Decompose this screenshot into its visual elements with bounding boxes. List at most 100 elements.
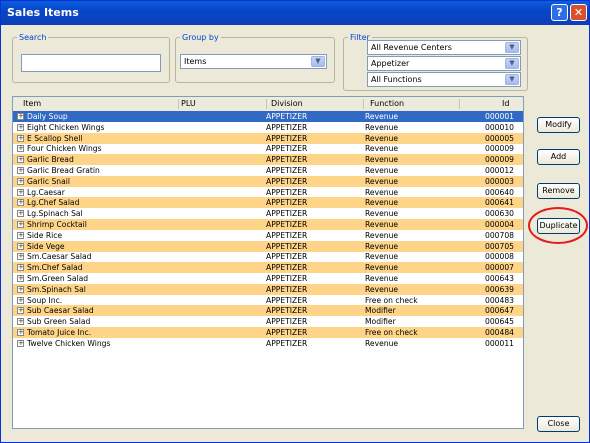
column-divider[interactable] (266, 99, 267, 109)
filter-function-select[interactable]: All Functions ▼ (367, 72, 521, 87)
filter-revenue-center-select[interactable]: All Revenue Centers ▼ (367, 40, 521, 55)
table-row[interactable]: + Lg.Spinach Sal APPETIZER Revenue 000630 (13, 208, 523, 219)
table-row[interactable]: + Side Vege APPETIZER Revenue 000705 (13, 240, 523, 252)
cell-division: APPETIZER (266, 155, 308, 165)
column-header-item[interactable]: Item (23, 99, 41, 108)
column-header-id[interactable]: Id (502, 99, 509, 108)
cell-function: Revenue (365, 209, 399, 219)
expand-plus-icon[interactable]: + (17, 285, 24, 293)
cell-function: Revenue (365, 284, 399, 294)
table-row[interactable]: + Sub Caesar Salad APPETIZER Modifier 000647 (13, 305, 523, 317)
column-header-division[interactable]: Division (271, 99, 303, 108)
expand-plus-icon[interactable]: + (17, 123, 24, 131)
expand-plus-icon[interactable]: + (17, 275, 24, 282)
table-row[interactable]: + Tomato Juice Inc. APPETIZER Free on check… (13, 327, 523, 338)
cell-division: APPETIZER (266, 328, 308, 337)
cell-item: E Scallop Shell (27, 133, 83, 143)
cell-division: APPETIZER (266, 144, 308, 154)
table-row[interactable]: + Twelve Chicken Wings APPETIZER Revenue 000… (13, 338, 523, 349)
cell-item: Garlic Snail (27, 176, 70, 186)
close-icon: ✕ (573, 6, 584, 19)
cell-division: APPETIZER (266, 220, 308, 229)
add-button[interactable]: Add (537, 149, 580, 165)
column-header-function[interactable]: Function (370, 99, 404, 108)
cell-division: APPETIZER (266, 295, 308, 305)
expand-plus-icon[interactable]: + (17, 339, 24, 347)
table-row[interactable]: + Garlic Bread Gratin APPETIZER Revenue 0000… (13, 165, 523, 176)
filter-division-value: Appetizer (371, 59, 410, 68)
table-row[interactable]: + Sm.Green Salad APPETIZER Revenue 000643 (13, 273, 523, 284)
column-divider[interactable] (178, 99, 179, 109)
table-row[interactable]: + Four Chicken Wings APPETIZER Revenue 00000… (13, 143, 523, 154)
expand-plus-icon[interactable]: + (17, 134, 24, 142)
search-input[interactable] (21, 54, 161, 72)
cell-function: Revenue (365, 230, 399, 240)
chevron-down-icon[interactable]: ▼ (311, 56, 325, 67)
expand-plus-icon[interactable]: + (17, 188, 24, 196)
cell-division: APPETIZER (266, 166, 308, 175)
table-row[interactable]: + Sm.Spinach Sal APPETIZER Revenue 000639 (13, 283, 523, 295)
cell-item: Soup Inc. (27, 295, 63, 305)
modify-button[interactable]: Modify (537, 117, 580, 133)
cell-division: APPETIZER (266, 112, 308, 121)
close-window-button[interactable]: ✕ (570, 4, 587, 21)
expand-plus-icon[interactable]: + (17, 177, 24, 185)
table-row[interactable]: + E Scallop Shell APPETIZER Revenue 000005 (13, 132, 523, 144)
cell-id: 000005 (485, 133, 514, 143)
cell-item: Eight Chicken Wings (27, 122, 105, 132)
remove-button[interactable]: Remove (537, 183, 580, 199)
table-row[interactable]: + Soup Inc. APPETIZER Free on check 000483 (13, 295, 523, 306)
cell-function: Revenue (365, 112, 399, 121)
search-label: Search (19, 33, 47, 42)
cell-item: Garlic Bread (27, 155, 74, 165)
table-row[interactable]: + Sub Green Salad APPETIZER Modifier 000645 (13, 316, 523, 327)
table-row[interactable]: + Lg.Chef Salad APPETIZER Revenue 000641 (13, 197, 523, 209)
expand-plus-icon[interactable]: + (17, 264, 24, 272)
expand-plus-icon[interactable]: + (17, 210, 24, 218)
expand-plus-icon[interactable]: + (17, 145, 24, 153)
cell-division: APPETIZER (266, 187, 308, 197)
expand-plus-icon[interactable]: + (17, 221, 24, 228)
expand-plus-icon[interactable]: + (17, 113, 24, 120)
expand-plus-icon[interactable]: + (17, 167, 24, 174)
chevron-down-icon[interactable]: ▼ (505, 74, 519, 85)
table-row[interactable]: + Daily Soup APPETIZER Revenue 000001 (13, 111, 523, 122)
expand-plus-icon[interactable]: + (17, 231, 24, 239)
expand-plus-icon[interactable]: + (17, 329, 24, 336)
expand-plus-icon[interactable]: + (17, 253, 24, 261)
cell-function: Revenue (365, 133, 399, 143)
cell-item: Tomato Juice Inc. (27, 328, 92, 337)
column-divider[interactable] (459, 99, 460, 109)
cell-division: APPETIZER (266, 241, 308, 251)
cell-function: Revenue (365, 176, 399, 186)
groupby-select[interactable]: Items ▼ (180, 54, 327, 69)
cell-id: 000643 (485, 274, 514, 283)
table-row[interactable]: + Sm.Caesar Salad APPETIZER Revenue 000008 (13, 251, 523, 262)
expand-plus-icon[interactable]: + (17, 156, 24, 164)
table-row[interactable]: + Garlic Bread APPETIZER Revenue 000009 (13, 154, 523, 166)
title-bar[interactable]: Sales Items ? ✕ (1, 1, 589, 25)
expand-plus-icon[interactable]: + (17, 242, 24, 250)
cell-function: Revenue (365, 252, 399, 262)
table-row[interactable]: + Shrimp Cocktail APPETIZER Revenue 000004 (13, 219, 523, 230)
column-divider[interactable] (363, 99, 364, 109)
expand-plus-icon[interactable]: + (17, 296, 24, 304)
cell-function: Modifier (365, 306, 396, 316)
chevron-down-icon[interactable]: ▼ (505, 42, 519, 53)
close-button[interactable]: Close (537, 416, 580, 432)
table-row[interactable]: + Garlic Snail APPETIZER Revenue 000003 (13, 175, 523, 187)
table-row[interactable]: + Eight Chicken Wings APPETIZER Revenue 0000… (13, 122, 523, 133)
filter-division-select[interactable]: Appetizer ▼ (367, 56, 521, 71)
help-button[interactable]: ? (551, 4, 568, 21)
table-row[interactable]: + Sm.Chef Salad APPETIZER Revenue 000007 (13, 262, 523, 274)
expand-plus-icon[interactable]: + (17, 307, 24, 315)
expand-plus-icon[interactable]: + (17, 199, 24, 207)
expand-plus-icon[interactable]: + (17, 318, 24, 326)
table-header: Item PLU Division Function Id (13, 97, 523, 112)
cell-item: Daily Soup (27, 112, 68, 121)
cell-division: APPETIZER (266, 284, 308, 294)
column-header-plu[interactable]: PLU (181, 99, 196, 108)
table-row[interactable]: + Side Rice APPETIZER Revenue 000708 (13, 230, 523, 241)
chevron-down-icon[interactable]: ▼ (505, 58, 519, 69)
table-row[interactable]: + Lg.Caesar APPETIZER Revenue 000640 (13, 187, 523, 198)
